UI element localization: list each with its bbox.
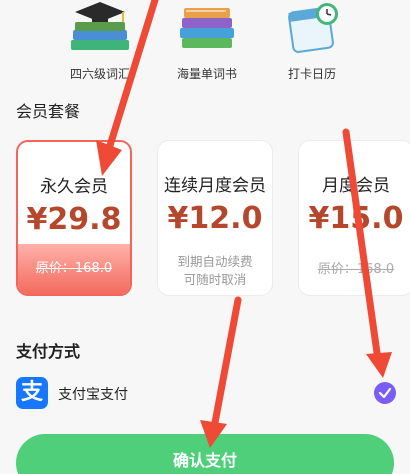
plan-name: 永久会员 [40,177,108,197]
payment-option-alipay[interactable]: 支 支付宝支付 [16,375,400,411]
check-glyph-icon [378,387,392,399]
feature-word-books[interactable]: 海量单词书 [152,0,262,81]
graduation-books-icon [71,2,129,50]
feature-label: 打卡日历 [287,67,336,81]
plan-card-monthly[interactable]: 月度会员 ¥15.0 原价：168.0 [298,140,410,296]
plan-price: ¥12.0 [167,201,263,236]
feature-row: 四六级词汇 海量单词书 打卡日历 [0,0,410,92]
calendar-clock-icon [288,3,338,53]
plan-note: 到期自动续费 可随时取消 [158,253,272,289]
feature-cet-vocab[interactable]: 四六级词汇 [45,0,155,81]
checkmark-icon[interactable] [374,382,396,404]
arrow-to-confirm [200,296,242,448]
plan-name: 连续月度会员 [164,176,266,196]
alipay-icon: 支 [16,377,48,409]
feature-label: 四六级词汇 [69,67,130,81]
plan-name: 月度会员 [322,176,390,196]
feature-checkin-calendar[interactable]: 打卡日历 [257,0,367,81]
plan-card-monthly-auto[interactable]: 连续月度会员 ¥12.0 到期自动续费 可随时取消 [157,140,273,296]
plan-card-lifetime[interactable]: 永久会员 ¥29.8 原价：168.0 [16,140,132,296]
plan-price: ¥15.0 [308,201,404,236]
feature-label: 海量单词书 [176,67,237,81]
payment-title: 支付方式 [16,342,81,361]
plans-title: 会员套餐 [16,102,81,121]
plan-original-price: 原价：168.0 [18,244,130,294]
confirm-pay-button[interactable]: 确认支付 [16,434,394,474]
book-stack-icon [180,8,234,48]
plan-price: ¥29.8 [26,202,122,237]
payment-label: 支付宝支付 [58,387,128,403]
plan-note-line: 可随时取消 [183,272,247,287]
plan-note-line: 到期自动续费 [177,254,253,269]
plan-original-price: 原价：168.0 [317,262,395,277]
